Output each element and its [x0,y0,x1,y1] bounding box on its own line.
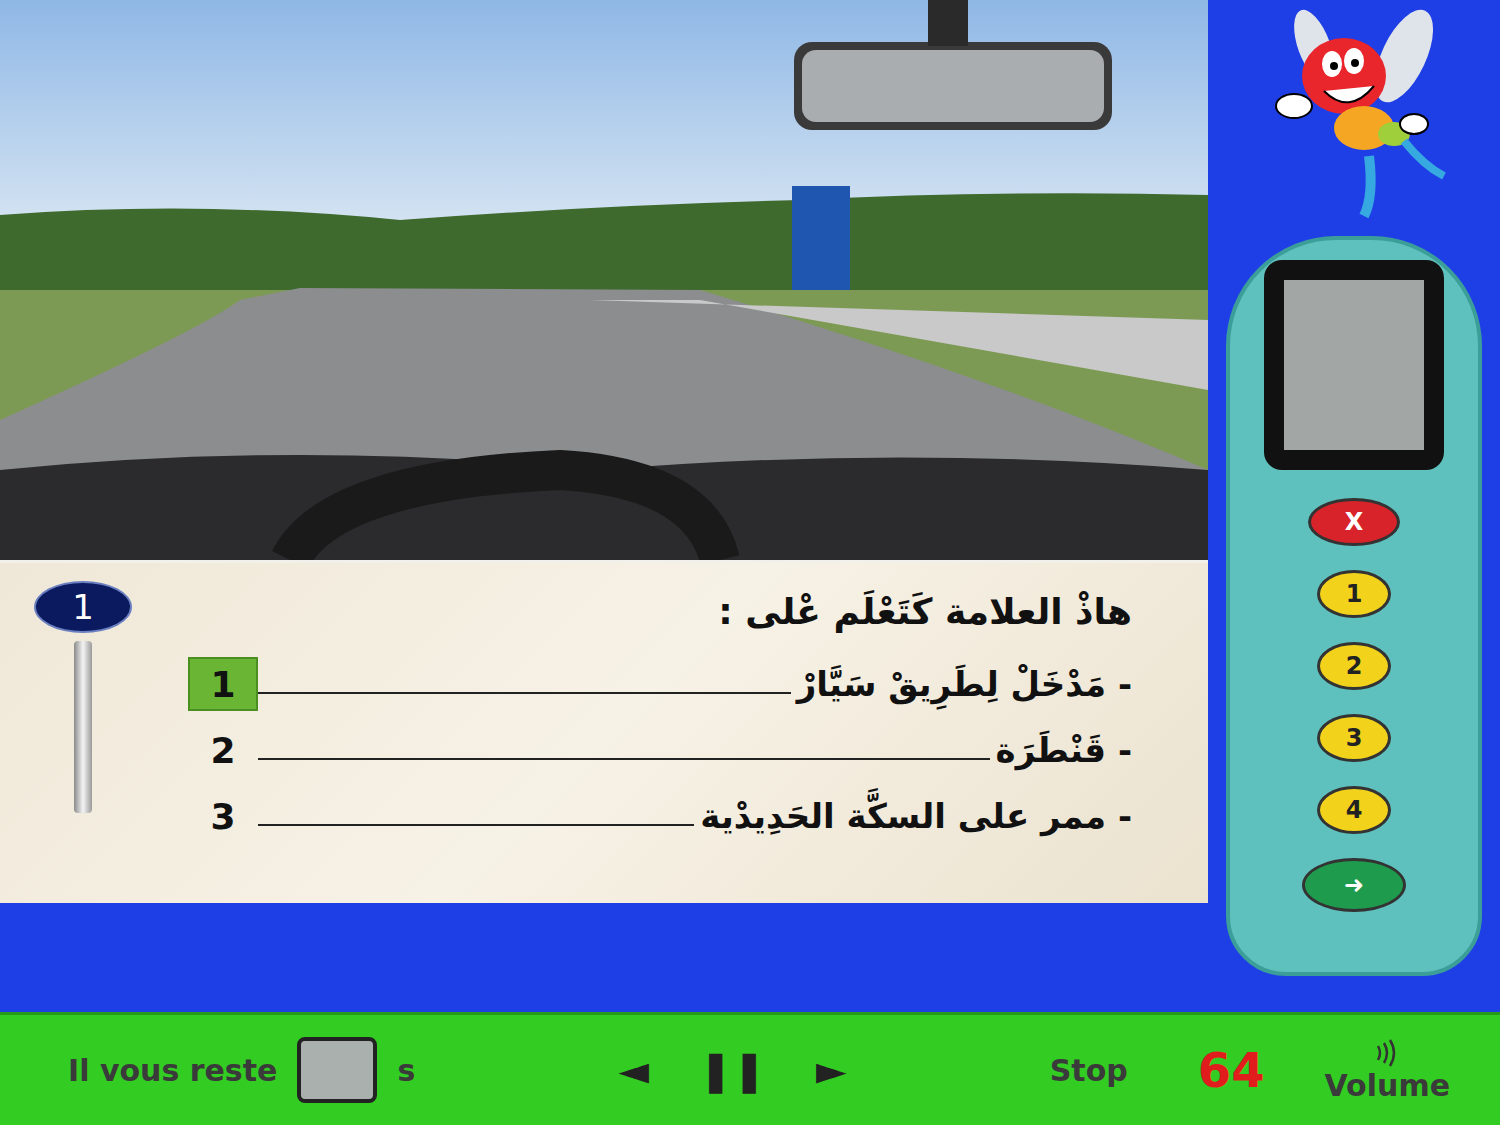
sound-waves-icon [1372,1038,1402,1068]
remote-button[interactable]: ➜ [1302,858,1406,912]
question-panel: 1 هاذْ العلامة كَتَعْلَم عْلى : 1 - مَدْ… [0,563,1208,903]
question-count: 64 [1198,1042,1265,1098]
volume-button[interactable]: Volume [1325,1038,1450,1103]
option-number: 2 [188,723,258,777]
remote-button[interactable]: 3 [1317,714,1391,762]
answer-option[interactable]: 2 - قَنْطَرَة [188,717,1132,783]
remote-button[interactable]: 1 [1317,570,1391,618]
option-text: - ممر على السكَّة الحَدِيدْية [694,796,1132,836]
option-number: 3 [188,789,258,843]
timer-display [297,1037,377,1103]
option-line [258,758,990,760]
option-text: - مَدْخَلْ لِطَرِيقْ سَيَّارْ [791,664,1132,704]
bee-mascot-icon [1254,6,1454,226]
option-line [258,692,791,694]
option-number: 1 [188,657,258,711]
next-button[interactable]: ► [816,1047,847,1093]
question-text: هاذْ العلامة كَتَعْلَم عْلى : [188,591,1132,651]
progress-bar [74,641,92,813]
pause-button[interactable]: ❚❚ [699,1047,766,1093]
blue-area [0,903,1208,1012]
question-number-badge: 1 [34,581,132,633]
answer-option[interactable]: 1 - مَدْخَلْ لِطَرِيقْ سَيَّارْ [188,651,1132,717]
remote-control: X 1 2 3 4 ➜ [1226,236,1482,976]
option-text: - قَنْطَرَة [990,730,1132,770]
bottom-toolbar: Il vous reste s ◄ ❚❚ ► Stop 64 Volume [0,1012,1500,1125]
option-line [258,824,694,826]
quiz-screen: 1 هاذْ العلامة كَتَعْلَم عْلى : 1 - مَدْ… [0,0,1500,1125]
unit-label: s [397,1053,415,1088]
remote-button[interactable]: 4 [1317,786,1391,834]
answer-option[interactable]: 3 - ممر على السكَّة الحَدِيدْية [188,783,1132,849]
remaining-label: Il vous reste [68,1053,277,1088]
previous-button[interactable]: ◄ [618,1047,649,1093]
remote-button[interactable]: X [1308,498,1400,546]
remote-button[interactable]: 2 [1317,642,1391,690]
remote-screen [1264,260,1444,470]
road-photo [0,0,1208,563]
stop-button[interactable]: Stop [1050,1053,1128,1088]
